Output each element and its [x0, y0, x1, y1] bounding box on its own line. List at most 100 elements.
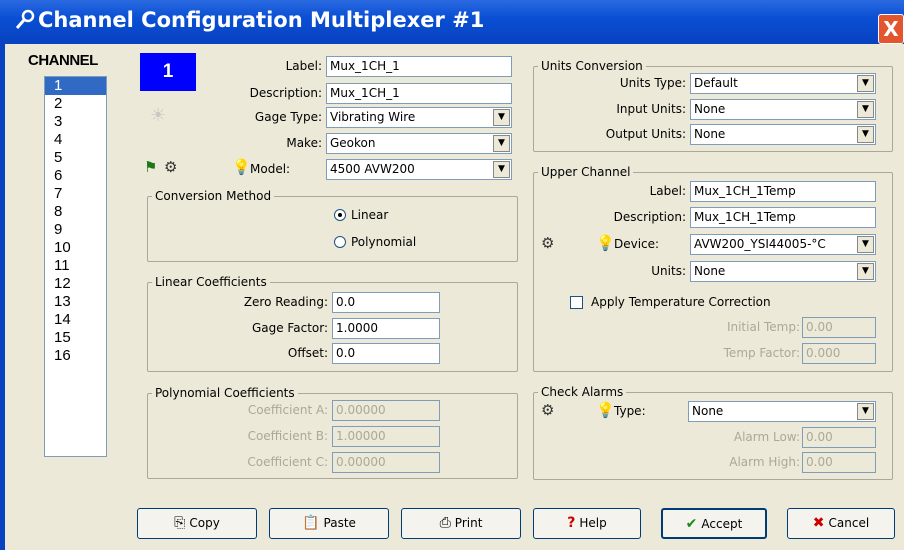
chevron-down-icon[interactable]: ▼ [493, 135, 510, 152]
channel-number-badge: 1 [140, 53, 196, 91]
chevron-down-icon[interactable]: ▼ [857, 263, 874, 280]
channel-item[interactable]: 5 [45, 149, 106, 167]
cancel-button-label: Cancel [828, 516, 870, 530]
cancel-x-icon: ✖ [812, 515, 825, 531]
channel-item[interactable]: 6 [45, 167, 106, 185]
channel-item[interactable]: 15 [45, 329, 106, 347]
accept-button-label: Accept [701, 517, 743, 531]
cancel-button[interactable]: ✖ Cancel [787, 508, 895, 539]
input-units-label: Input Units: [616, 102, 686, 116]
copy-button-label: Copy [189, 516, 220, 530]
model-select[interactable]: 4500 AVW200 ▼ [326, 159, 512, 180]
chevron-down-icon[interactable]: ▼ [857, 403, 874, 420]
conversion-method-group: Conversion Method [147, 188, 518, 262]
initial-temp-label: Initial Temp: [726, 320, 800, 334]
coefficient-b-field[interactable]: 1.00000 [332, 426, 440, 447]
channel-item[interactable]: 14 [45, 311, 106, 329]
upper-label-label: Label: [649, 184, 686, 198]
units-type-label: Units Type: [619, 76, 686, 90]
gage-type-value: Vibrating Wire [330, 110, 416, 124]
lightbulb-icon[interactable]: 💡 [596, 401, 615, 419]
conversion-method-title: Conversion Method [152, 188, 275, 204]
channel-item[interactable]: 10 [45, 239, 106, 257]
apply-temperature-correction-checkbox[interactable] [570, 296, 583, 309]
make-select[interactable]: Geokon ▼ [326, 133, 512, 154]
alarm-type-select[interactable]: None ▼ [688, 401, 876, 422]
upper-label-field[interactable]: Mux_1CH_1Temp [690, 181, 876, 202]
sensor-network-icon[interactable]: ⚑ [144, 158, 157, 176]
channel-item[interactable]: 7 [45, 185, 106, 203]
device-value: AVW200_YSI44005-°C [694, 237, 826, 251]
channel-item[interactable]: 13 [45, 293, 106, 311]
zero-reading-field[interactable]: 0.0 [332, 292, 440, 313]
units-type-value: Default [694, 76, 738, 90]
copy-button[interactable]: ⎘ Copy [137, 508, 257, 539]
help-button[interactable]: ? Help [533, 508, 641, 539]
units-type-select[interactable]: Default ▼ [690, 73, 876, 94]
lightbulb-icon[interactable]: 💡 [596, 234, 615, 252]
help-button-label: Help [579, 516, 607, 530]
polynomial-radio[interactable] [334, 236, 346, 248]
temp-factor-label: Temp Factor: [723, 346, 800, 360]
input-units-select[interactable]: None ▼ [690, 99, 876, 120]
description-field[interactable]: Mux_1CH_1 [326, 83, 512, 104]
gear-icon[interactable]: ⚙ [541, 234, 554, 252]
channel-item[interactable]: 4 [45, 131, 106, 149]
upper-description-label: Description: [613, 210, 686, 224]
channel-item[interactable]: 8 [45, 203, 106, 221]
chevron-down-icon[interactable]: ▼ [493, 109, 510, 126]
channel-item[interactable]: 16 [45, 347, 106, 365]
output-units-value: None [694, 127, 726, 141]
polynomial-coefficients-title: Polynomial Coefficients [152, 385, 298, 401]
gear-icon[interactable]: ⚙ [164, 158, 177, 176]
paste-button[interactable]: 📋 Paste [269, 508, 389, 539]
channel-list[interactable]: 1 2 3 4 5 6 7 8 9 10 11 12 13 14 15 16 [44, 76, 107, 457]
label-field[interactable]: Mux_1CH_1 [326, 56, 512, 77]
coefficient-c-field[interactable]: 0.00000 [332, 452, 440, 473]
gear-icon[interactable]: ⚙ [541, 401, 554, 419]
upper-description-field[interactable]: Mux_1CH_1Temp [690, 207, 876, 228]
printer-icon: ⎙ [439, 515, 451, 531]
output-units-select[interactable]: None ▼ [690, 124, 876, 145]
print-button[interactable]: ⎙ Print [401, 508, 521, 539]
alarm-low-field[interactable]: 0.00 [802, 427, 876, 448]
channel-item[interactable]: 1 [45, 77, 106, 95]
alarm-type-label: Type: [614, 404, 646, 418]
alarm-low-label: Alarm Low: [733, 430, 800, 444]
channel-item[interactable]: 3 [45, 113, 106, 131]
gage-factor-field[interactable]: 1.0000 [332, 318, 440, 339]
channel-item[interactable]: 12 [45, 275, 106, 293]
linear-coefficients-title: Linear Coefficients [152, 274, 270, 290]
channel-item[interactable]: 2 [45, 95, 106, 113]
close-button[interactable]: X [878, 14, 904, 44]
gage-factor-label: Gage Factor: [251, 321, 328, 335]
channel-item[interactable]: 11 [45, 257, 106, 275]
offset-field[interactable]: 0.0 [332, 343, 440, 364]
coefficient-a-field[interactable]: 0.00000 [332, 400, 440, 421]
temp-factor-field[interactable]: 0.000 [802, 343, 876, 364]
linear-radio[interactable] [334, 209, 346, 221]
channel-heading: CHANNEL [28, 52, 98, 69]
linear-radio-label: Linear [351, 208, 389, 222]
upper-units-select[interactable]: None ▼ [690, 261, 876, 282]
help-icon: ? [567, 515, 576, 531]
model-label: Model: [250, 162, 291, 176]
paste-icon: 📋 [302, 515, 320, 531]
chevron-down-icon[interactable]: ▼ [857, 236, 874, 253]
window-border [0, 44, 5, 550]
gage-type-select[interactable]: Vibrating Wire ▼ [326, 107, 512, 128]
lightbulb-icon[interactable]: 💡 [232, 158, 251, 176]
chevron-down-icon[interactable]: ▼ [493, 161, 510, 178]
accept-button[interactable]: ✔ Accept [661, 508, 767, 539]
chevron-down-icon[interactable]: ▼ [857, 126, 874, 143]
alarm-high-field[interactable]: 0.00 [802, 452, 876, 473]
channel-item[interactable]: 9 [45, 221, 106, 239]
initial-temp-field[interactable]: 0.00 [802, 317, 876, 338]
description-label: Description: [249, 86, 322, 100]
chevron-down-icon[interactable]: ▼ [857, 75, 874, 92]
chevron-down-icon[interactable]: ▼ [857, 101, 874, 118]
alarm-high-label: Alarm High: [729, 455, 800, 469]
output-units-label: Output Units: [605, 127, 686, 141]
device-select[interactable]: AVW200_YSI44005-°C ▼ [690, 234, 876, 255]
upper-channel-title: Upper Channel [538, 164, 634, 180]
